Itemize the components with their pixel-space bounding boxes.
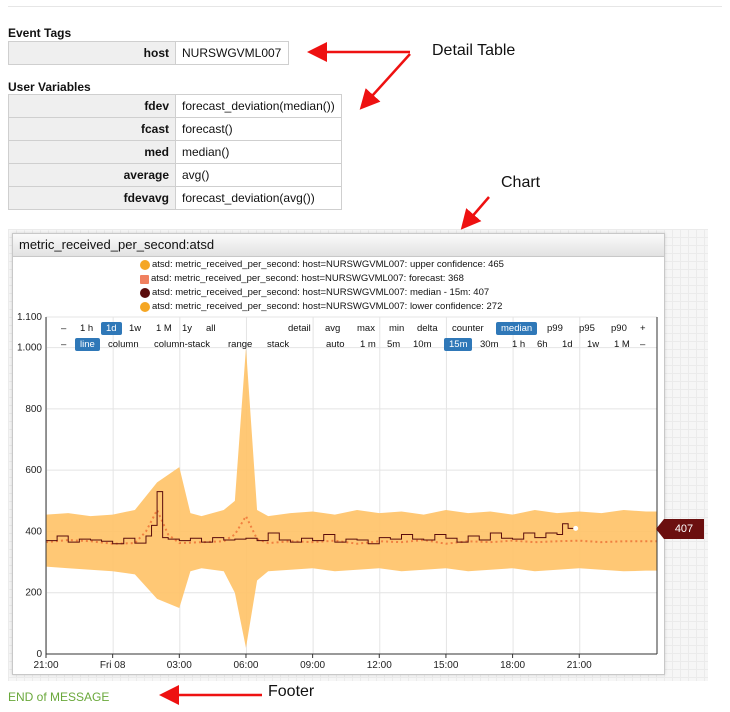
arrow-detail-table-2	[359, 53, 411, 110]
footer-message: END of MESSAGE	[8, 690, 110, 704]
annotation-arrows	[159, 42, 490, 705]
arrow-chart	[460, 196, 490, 230]
